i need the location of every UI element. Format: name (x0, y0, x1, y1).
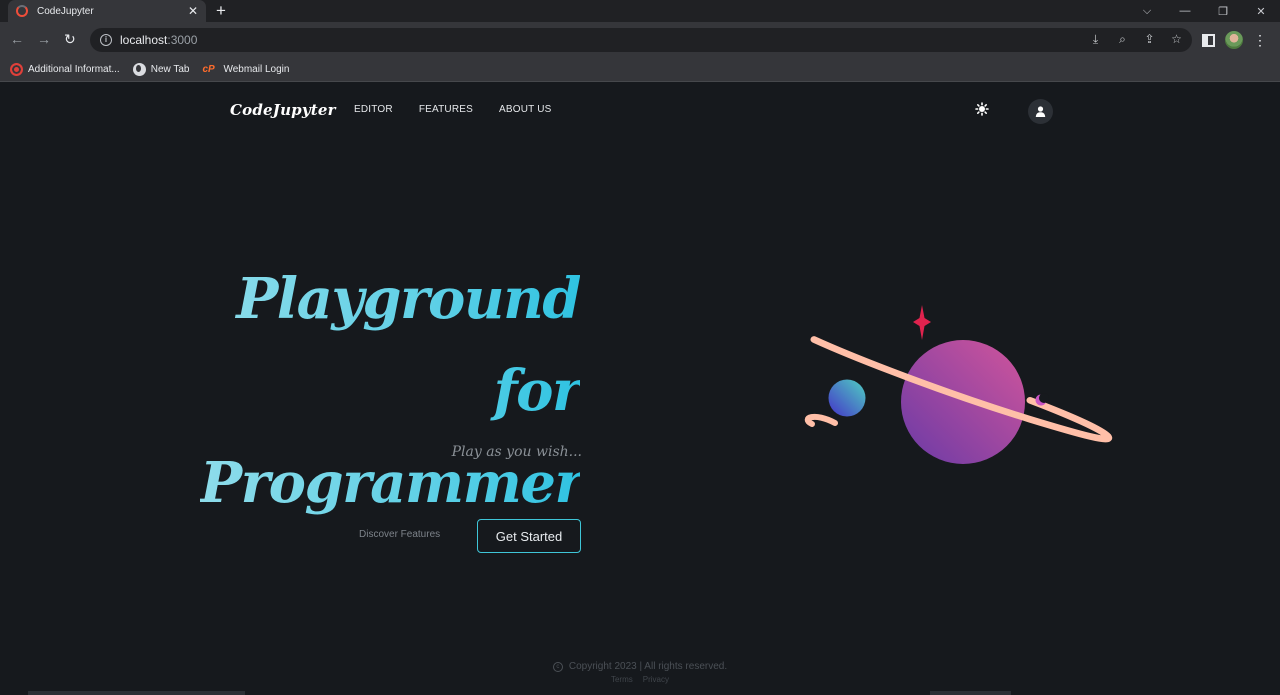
planet-body (901, 340, 1025, 464)
privacy-link[interactable]: Privacy (643, 675, 669, 684)
address-bar-actions: ⤓ ⌕ ⇪ ☆ (1088, 32, 1184, 47)
nav-about-us[interactable]: ABOUT US (499, 104, 552, 115)
forward-arrow-icon[interactable]: → (37, 31, 51, 47)
copyright-text: Copyright 2023 | All rights reserved. (568, 661, 728, 672)
moon (828, 379, 866, 417)
reload-icon[interactable]: ↻ (64, 31, 76, 48)
url-port: :3000 (167, 33, 198, 47)
back-arrow-icon[interactable]: ← (10, 31, 24, 47)
tab-favicon-icon (16, 5, 28, 17)
user-icon (1035, 106, 1046, 117)
user-account-button[interactable] (1028, 99, 1053, 124)
hero-title-line-1: Playground for (236, 266, 580, 424)
bookmark-label: Webmail Login (223, 64, 290, 75)
footer: c Copyright 2023 | All rights reserved. T… (0, 661, 1280, 684)
toolbar-right: ⋮ (1202, 31, 1267, 49)
terms-link[interactable]: Terms (611, 675, 633, 684)
install-app-icon[interactable]: ⤓ (1088, 32, 1103, 47)
bookmark-item[interactable]: New Tab (132, 63, 190, 76)
restore-button[interactable]: ❐ (1204, 0, 1242, 22)
planet-illustration (804, 305, 1113, 464)
window-controls: ⌵ — ❐ ✕ (1128, 0, 1280, 22)
red-circle-icon (10, 63, 23, 76)
nav-features[interactable]: FEATURES (419, 104, 473, 115)
footer-links: Terms Privacy (0, 675, 1280, 684)
bookmarks-bar: Additional Informat... New Tab cP Webmai… (0, 58, 1280, 82)
minimize-button[interactable]: — (1166, 0, 1204, 22)
tab-title: CodeJupyter (37, 5, 94, 17)
browser-tab[interactable]: CodeJupyter ✕ (8, 0, 206, 22)
zoom-icon[interactable]: ⌕ (1115, 32, 1130, 47)
profile-avatar[interactable] (1225, 31, 1243, 49)
share-icon[interactable]: ⇪ (1142, 32, 1157, 47)
globe-icon (132, 63, 146, 76)
bookmark-item[interactable]: Additional Informat... (10, 63, 120, 76)
planet-ring-back (804, 413, 838, 427)
cpanel-icon: cP (202, 64, 215, 75)
horizontal-scrollbar[interactable] (28, 691, 245, 695)
theme-toggle-icon[interactable] (975, 102, 989, 116)
copyright-icon: c (552, 662, 563, 672)
browser-toolbar: ← → ↻ i localhost:3000 ⤓ ⌕ ⇪ ☆ ⋮ (0, 22, 1280, 58)
hero-tagline: Play as you wish... (451, 444, 582, 460)
bookmark-item[interactable]: cP Webmail Login (202, 63, 289, 76)
bookmark-label: Additional Informat... (28, 64, 120, 75)
red-sparkle-icon (913, 305, 931, 340)
main-nav: EDITOR FEATURES ABOUT US (354, 104, 552, 115)
hero-title: Playground for Programmer (200, 253, 580, 529)
scroll-indicator (930, 691, 1011, 695)
address-bar[interactable]: i localhost:3000 ⤓ ⌕ ⇪ ☆ (90, 28, 1192, 52)
site-info-icon[interactable]: i (100, 34, 112, 46)
nav-editor[interactable]: EDITOR (354, 104, 393, 115)
bookmark-star-icon[interactable]: ☆ (1169, 32, 1184, 47)
new-tab-button[interactable]: + (216, 1, 226, 21)
page: CodeJupyter EDITOR FEATURES ABOUT US Pla… (0, 83, 1280, 695)
side-panel-icon[interactable] (1202, 33, 1215, 47)
tab-search-button[interactable]: ⌵ (1128, 0, 1166, 22)
close-window-button[interactable]: ✕ (1242, 0, 1280, 22)
tab-close-icon[interactable]: ✕ (188, 4, 198, 18)
get-started-button[interactable]: Get Started (477, 519, 581, 553)
browser-tab-strip: CodeJupyter ✕ + ⌵ — ❐ ✕ (0, 0, 1280, 22)
site-logo[interactable]: CodeJupyter (230, 101, 336, 119)
url-host: localhost (120, 33, 168, 47)
discover-features-link[interactable]: Discover Features (359, 529, 440, 540)
copyright: c Copyright 2023 | All rights reserved. (0, 661, 1280, 672)
kebab-menu-icon[interactable]: ⋮ (1253, 33, 1267, 47)
bookmark-label: New Tab (150, 64, 190, 75)
